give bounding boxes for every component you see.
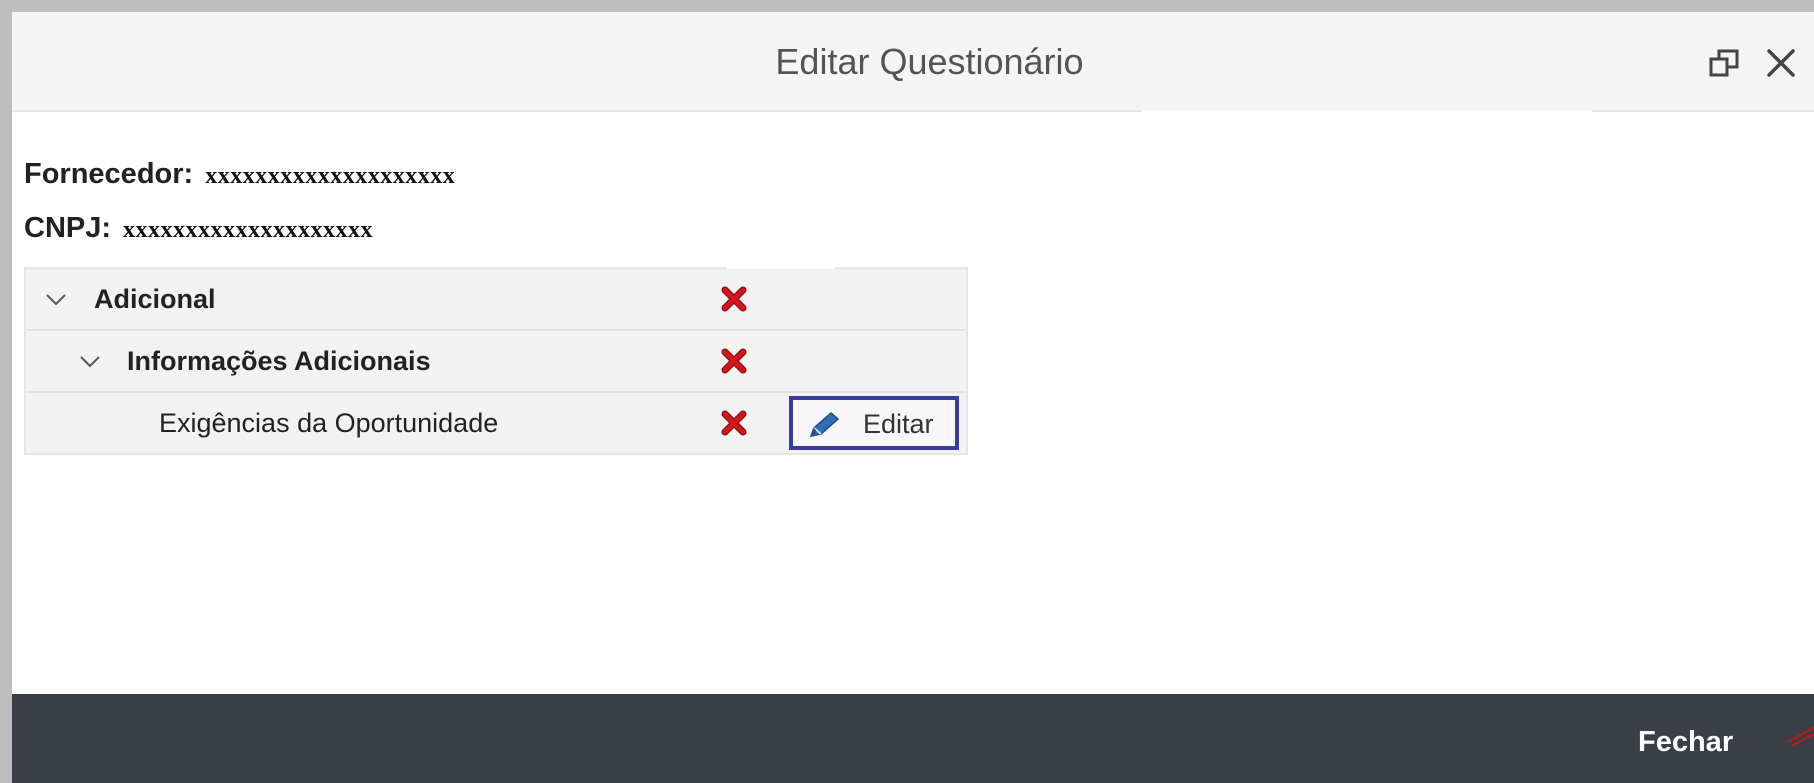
edit-button-label: Editar [863, 409, 934, 439]
red-x-icon [721, 348, 747, 374]
cnpj-label: CNPJ: [24, 212, 112, 244]
tree-top-gap [727, 265, 835, 269]
cnpj-field: CNPJ: xxxxxxxxxxxxxxxxxxxx [24, 212, 373, 245]
dialog-header: Editar Questionário [12, 12, 1814, 112]
tree-row-exigencias[interactable]: Exigências da Oportunidade Editar [26, 393, 966, 453]
supplier-value: xxxxxxxxxxxxxxxxxxxx [205, 163, 456, 189]
supplier-label: Fornecedor: [24, 158, 194, 190]
dialog-footer: Fechar [12, 694, 1814, 783]
edit-button[interactable]: Editar [789, 396, 959, 450]
red-scribble-mark [1787, 726, 1814, 747]
header-divider-gap [1142, 110, 1592, 116]
tree-row-label: Exigências da Oportunidade [159, 408, 499, 438]
edit-questionnaire-dialog: Editar Questionário Fornecedor: xxxxxxxxx… [0, 0, 1814, 783]
tree-row-informacoes-adicionais[interactable]: Informações Adicionais [26, 331, 966, 393]
supplier-field: Fornecedor: xxxxxxxxxxxxxxxxxxxx [24, 158, 455, 191]
dialog-title: Editar Questionário [775, 41, 1084, 82]
red-x-icon [721, 286, 747, 312]
close-button[interactable]: Fechar [1638, 694, 1733, 783]
tree-row-label: Adicional [94, 284, 216, 314]
tree-row-label: Informações Adicionais [127, 346, 431, 376]
red-x-icon [721, 410, 747, 436]
tree-row-adicional[interactable]: Adicional [26, 269, 966, 331]
restore-window-icon[interactable] [1707, 45, 1743, 81]
pencil-icon [809, 412, 840, 438]
cnpj-value: xxxxxxxxxxxxxxxxxxxx [123, 217, 374, 243]
close-icon[interactable] [1763, 45, 1799, 81]
questionnaire-tree: Adicional Informações Adicionais Exigênc… [24, 267, 968, 455]
chevron-down-icon[interactable] [78, 349, 102, 373]
chevron-down-icon[interactable] [44, 287, 68, 311]
